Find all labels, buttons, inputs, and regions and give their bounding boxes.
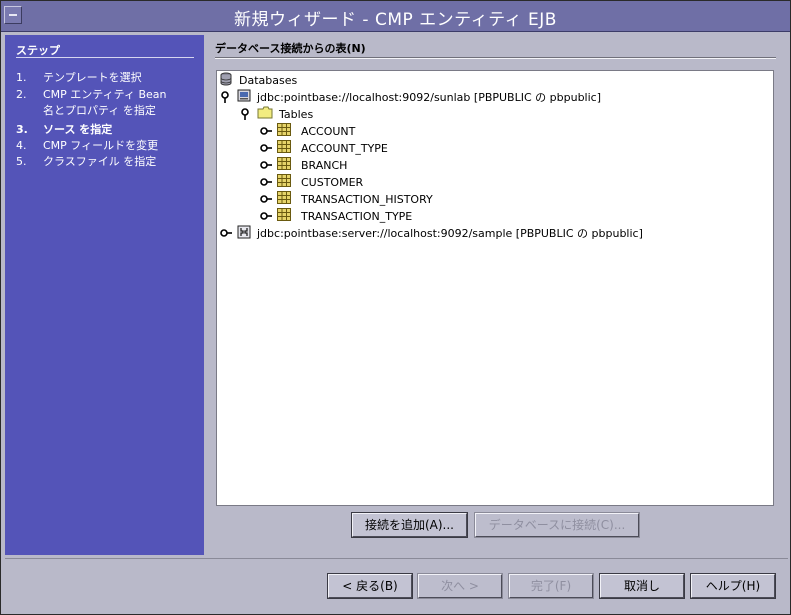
wizard-window: 新規ウィザード - CMP エンティティ EJB ステップ 1. テンプレートを選… bbox=[0, 0, 791, 615]
collapsed-handle-icon[interactable] bbox=[259, 158, 273, 172]
steps-heading: ステップ bbox=[16, 44, 60, 57]
collapsed-handle-icon[interactable] bbox=[259, 175, 273, 189]
tree-node-table-account-type[interactable]: ACCOUNT_TYPE bbox=[259, 140, 388, 156]
add-connection-button[interactable]: 接続を追加(A)... bbox=[351, 512, 468, 538]
tree-node-table-transaction-history[interactable]: TRANSACTION_HISTORY bbox=[259, 191, 433, 207]
window-title: 新規ウィザード - CMP エンティティ EJB bbox=[234, 10, 557, 30]
panel-divider bbox=[215, 57, 776, 59]
tree-node-table-transaction-type[interactable]: TRANSACTION_TYPE bbox=[259, 208, 412, 224]
tree-node-connection-sunlab[interactable]: jdbc:pointbase://localhost:9092/sunlab [… bbox=[219, 89, 601, 105]
help-button[interactable]: ヘルプ(H) bbox=[690, 573, 776, 599]
tree-node-table-customer[interactable]: CUSTOMER bbox=[259, 174, 363, 190]
cancel-button[interactable]: 取消し bbox=[599, 573, 685, 599]
connection-connected-icon bbox=[237, 89, 251, 106]
collapsed-handle-icon[interactable] bbox=[259, 124, 273, 138]
expanded-handle-icon[interactable] bbox=[239, 107, 253, 121]
step-5: 5. クラスファイル を指定 bbox=[16, 155, 157, 168]
title-bar[interactable]: 新規ウィザード - CMP エンティティ EJB bbox=[1, 1, 790, 32]
folder-icon bbox=[257, 106, 273, 122]
tree-node-tables-folder[interactable]: Tables bbox=[239, 106, 313, 122]
step-2: 2. CMP エンティティ Bean bbox=[16, 88, 167, 101]
tree-node-table-branch[interactable]: BRANCH bbox=[259, 157, 347, 173]
next-button[interactable]: 次へ > bbox=[417, 573, 503, 599]
step-3-current: 3. ソース を指定 bbox=[16, 123, 113, 136]
tree-node-table-account[interactable]: ACCOUNT bbox=[259, 123, 355, 139]
collapsed-handle-icon[interactable] bbox=[259, 209, 273, 223]
table-icon bbox=[277, 140, 291, 156]
panel-title: データベース接続からの表(N) bbox=[215, 42, 366, 55]
tree-node-connection-sample[interactable]: jdbc:pointbase:server://localhost:9092/s… bbox=[219, 225, 643, 241]
steps-panel: ステップ 1. テンプレートを選択 2. CMP エンティティ Bean 名とプロパ… bbox=[5, 35, 204, 555]
steps-divider bbox=[16, 57, 194, 58]
connection-broken-icon bbox=[237, 225, 251, 242]
expanded-handle-icon[interactable] bbox=[219, 90, 233, 104]
database-icon bbox=[219, 72, 233, 89]
table-icon bbox=[277, 208, 291, 224]
step-2-continued: 名とプロパティ を指定 bbox=[43, 104, 156, 117]
back-button[interactable]: < 戻る(B) bbox=[327, 573, 413, 599]
table-icon bbox=[277, 191, 291, 207]
database-tree[interactable]: Databases jdbc:pointbase://localhost:909… bbox=[216, 70, 774, 506]
table-icon bbox=[277, 157, 291, 173]
table-icon bbox=[277, 174, 291, 190]
finish-button[interactable]: 完了(F) bbox=[508, 573, 594, 599]
table-icon bbox=[277, 123, 291, 139]
step-4: 4. CMP フィールドを変更 bbox=[16, 139, 159, 152]
collapsed-handle-icon[interactable] bbox=[219, 226, 233, 240]
footer-divider bbox=[5, 558, 788, 559]
tree-node-databases[interactable]: Databases bbox=[219, 72, 297, 88]
connect-database-button[interactable]: データベースに接続(C)... bbox=[474, 512, 640, 538]
collapsed-handle-icon[interactable] bbox=[259, 141, 273, 155]
step-1: 1. テンプレートを選択 bbox=[16, 71, 142, 84]
collapsed-handle-icon[interactable] bbox=[259, 192, 273, 206]
